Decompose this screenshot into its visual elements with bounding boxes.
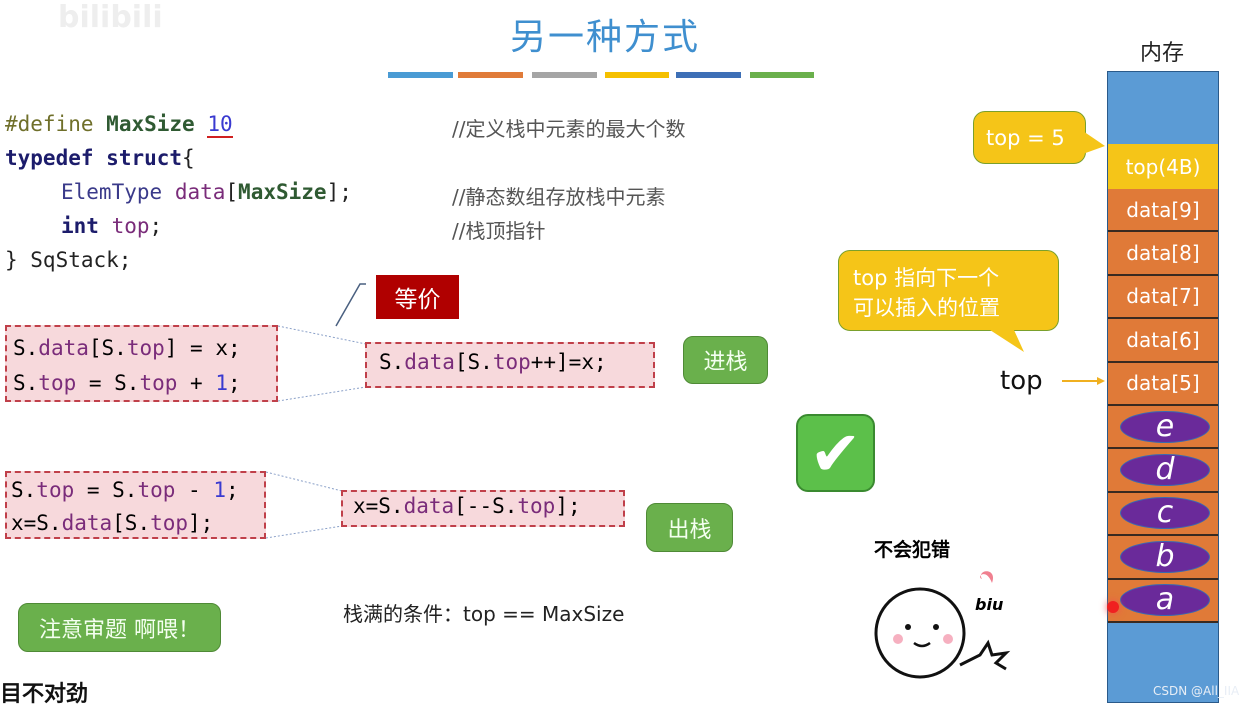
top-pointer-label: top xyxy=(1000,366,1043,396)
memory-cell: e xyxy=(1108,405,1218,450)
memory-title: 内存 xyxy=(1140,41,1185,66)
code-line: S.top = S.top - 1; xyxy=(11,474,264,507)
memory-cell-label: data[6] xyxy=(1126,327,1200,352)
code-token: data xyxy=(403,494,455,518)
push-two-step-code: S.data[S.top] = x; S.top = S.top + 1; xyxy=(5,325,278,402)
code-token: [S. xyxy=(454,350,493,374)
bubble-tail xyxy=(1080,129,1105,155)
code-token: - xyxy=(175,478,214,502)
sticker-caption: 不会犯错 xyxy=(874,539,951,561)
stack-element: d xyxy=(1120,454,1210,487)
code-token: top xyxy=(492,350,531,374)
code-line: x=S.data[S.top]; xyxy=(11,507,264,540)
code-token: data xyxy=(38,336,89,360)
caption-text: 目不对劲 xyxy=(0,682,89,707)
red-pointer-dot xyxy=(1107,601,1119,613)
push-label-bubble: 进栈 xyxy=(683,336,768,384)
memory-cell: data[7] xyxy=(1108,275,1218,320)
code-token: top xyxy=(150,511,189,535)
stick-figure-icon xyxy=(874,571,1011,679)
code-token: ] = x; xyxy=(164,336,241,360)
memory-top-cell: top(4B) xyxy=(1108,144,1218,189)
pop-combined-code: x=S.data[--S.top]; xyxy=(341,490,625,527)
memory-cell: c xyxy=(1108,492,1218,537)
memory-cell: data[9] xyxy=(1108,189,1218,233)
check-mark-icon: ✔ xyxy=(796,414,875,492)
code-token: [S. xyxy=(88,336,127,360)
code-token: top xyxy=(36,478,75,502)
memory-cell: b xyxy=(1108,536,1218,580)
stack-element: b xyxy=(1120,540,1210,573)
credit-watermark: CSDN @All_IIA xyxy=(1153,684,1240,698)
code-token: data xyxy=(404,350,455,374)
code-token: [S. xyxy=(112,511,151,535)
code-token: S. xyxy=(379,350,405,374)
sticker-text: biu xyxy=(975,595,1004,614)
code-token: x=S. xyxy=(11,511,62,535)
code-line: S.data[S.top] = x; xyxy=(13,331,276,366)
code-token: [--S. xyxy=(454,494,518,518)
memory-cell: data[6] xyxy=(1108,319,1218,363)
pointer-explanation-bubble: top 指向下一个 可以插入的位置 xyxy=(838,250,1059,331)
code-token: ]; xyxy=(555,494,581,518)
memory-cell-label: data[7] xyxy=(1126,284,1200,309)
code-token: top xyxy=(139,371,178,395)
top-value-bubble: top = 5 xyxy=(973,111,1086,164)
pop-label-bubble: 出栈 xyxy=(646,503,733,552)
code-token: ]; xyxy=(188,511,214,535)
code-token: = S. xyxy=(76,371,140,395)
code-token: + xyxy=(177,371,216,395)
code-line: S.top = S.top + 1; xyxy=(13,366,276,401)
equivalent-label: 等价 xyxy=(376,275,459,319)
code-token: S. xyxy=(13,371,39,395)
memory-cell: d xyxy=(1108,449,1218,493)
code-token: S. xyxy=(13,336,39,360)
push-combined-code: S.data[S.top++]=x; xyxy=(365,342,655,388)
stack-element: a xyxy=(1120,584,1210,617)
memory-cell-label: data[5] xyxy=(1126,371,1200,396)
memory-cell: a xyxy=(1108,579,1218,623)
pop-two-step-code: S.top = S.top - 1; x=S.data[S.top]; xyxy=(5,471,266,539)
code-token: 1 xyxy=(215,371,228,395)
memory-cell: data[5] xyxy=(1108,362,1218,406)
code-token: ; xyxy=(227,371,241,395)
code-token: top xyxy=(137,478,176,502)
stack-element: c xyxy=(1120,497,1210,530)
code-token: ++]=x; xyxy=(530,350,607,374)
code-token: S. xyxy=(11,478,37,502)
stack-element: e xyxy=(1120,410,1210,443)
note-bubble: 注意审题 啊喂！ xyxy=(18,603,221,652)
code-token: x=S. xyxy=(353,494,404,518)
bubble-tail xyxy=(990,330,1024,352)
memory-column: top(4B) data[9] data[8] data[7] data[6] data… xyxy=(1107,71,1219,703)
memory-cell-label: data[8] xyxy=(1126,241,1200,266)
memory-cells: data[9] data[8] data[7] data[6] data[5] e d c b a xyxy=(1108,189,1218,623)
memory-cell-label: data[9] xyxy=(1126,197,1200,222)
code-token: = S. xyxy=(74,478,138,502)
code-token: data xyxy=(61,511,113,535)
code-token: 1 xyxy=(213,478,226,502)
code-token: top xyxy=(517,494,556,518)
full-condition: 栈满的条件：top == MaxSize xyxy=(343,602,625,626)
code-token: top xyxy=(126,336,165,360)
code-token: top xyxy=(38,371,77,395)
memory-cell: data[8] xyxy=(1108,232,1218,276)
code-token: ; xyxy=(225,478,239,502)
